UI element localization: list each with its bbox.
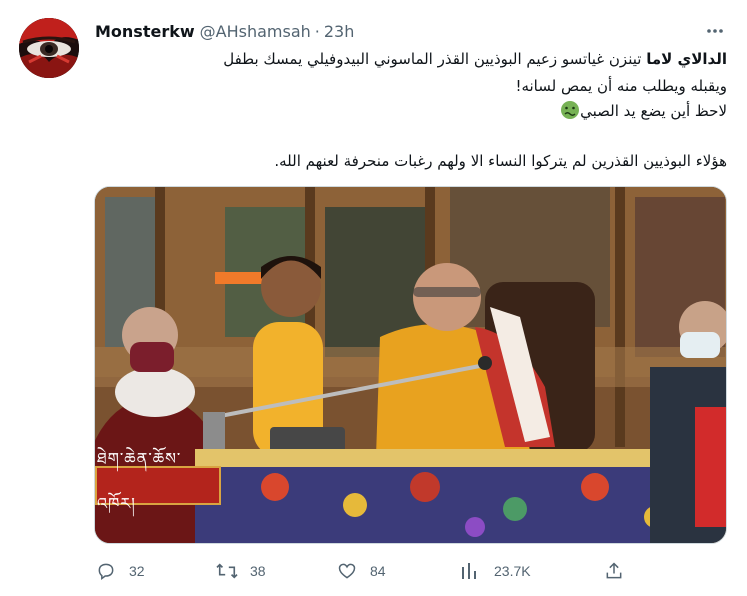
more-options-button[interactable] bbox=[700, 16, 730, 46]
like-button[interactable]: 84 bbox=[336, 556, 386, 586]
tweet-text-line-1-rest: تينزن غياتسو زعيم البوذيين القذر الماسون… bbox=[223, 50, 647, 68]
retweet-button[interactable]: 38 bbox=[216, 556, 266, 586]
tweet-text-line-3: لاحظ أين يضع يد الصبي bbox=[95, 98, 727, 124]
tweet[interactable]: Monsterkw @AHshamsah · 23h الدالاي لاما … bbox=[0, 0, 747, 596]
share-icon bbox=[603, 560, 625, 582]
video-caption-banner: ཐེག་ཆེན་ཆོས་འཁོར། bbox=[95, 449, 221, 513]
share-button[interactable] bbox=[603, 556, 625, 586]
heart-icon bbox=[336, 560, 358, 582]
retweet-icon bbox=[216, 560, 238, 582]
tweet-header: Monsterkw @AHshamsah · 23h bbox=[95, 19, 354, 43]
tweet-text-line-4: هؤلاء البوذيين القذرين لم يتركوا النساء … bbox=[274, 152, 727, 170]
reply-button[interactable]: 32 bbox=[95, 556, 145, 586]
retweet-count: 38 bbox=[250, 563, 266, 579]
tweet-text-line-2: ويقبله ويطلب منه أن يمص لسانه! bbox=[515, 77, 727, 95]
tweet-media-video[interactable]: ཐེག་ཆེན་ཆོས་འཁོར། bbox=[94, 186, 727, 544]
timestamp[interactable]: 23h bbox=[324, 22, 355, 41]
separator-dot: · bbox=[314, 21, 320, 41]
tweet-text-line-3-text: لاحظ أين يضع يد الصبي bbox=[580, 102, 727, 120]
like-count: 84 bbox=[370, 563, 386, 579]
views-count: 23.7K bbox=[494, 563, 531, 579]
more-horizontal-icon bbox=[707, 29, 723, 33]
views-chart-icon bbox=[458, 560, 480, 582]
avatar-image bbox=[19, 18, 79, 78]
reply-icon bbox=[95, 560, 117, 582]
nauseated-face-icon bbox=[560, 100, 580, 120]
views-button[interactable]: 23.7K bbox=[458, 556, 531, 586]
avatar[interactable] bbox=[19, 18, 79, 78]
reply-count: 32 bbox=[129, 563, 145, 579]
user-handle[interactable]: @AHshamsah bbox=[200, 22, 311, 41]
tweet-actions: 32 38 84 23.7K bbox=[0, 556, 747, 586]
display-name[interactable]: Monsterkw bbox=[95, 22, 195, 41]
tweet-text-line-1: الدالاي لاما تينزن غياتسو زعيم البوذيين … bbox=[95, 46, 727, 72]
bold-mention: الدالاي لاما bbox=[646, 50, 727, 68]
